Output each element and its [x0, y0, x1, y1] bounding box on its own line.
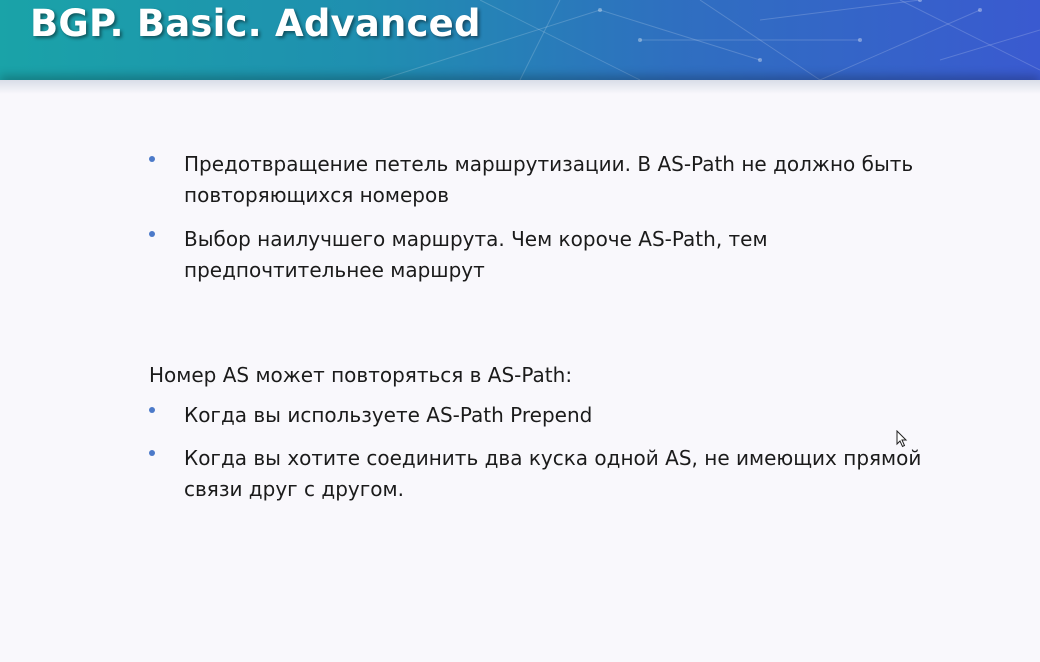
- bullet-dot-icon: [149, 231, 155, 237]
- bullet-text: Выбор наилучшего маршрута. Чем короче AS…: [184, 227, 768, 282]
- bullet-item: Когда вы хотите соединить два куска одно…: [149, 443, 964, 505]
- section-heading: Номер AS может повторяться в AS-Path:: [149, 363, 573, 387]
- bullet-text: Предотвращение петель маршрутизации. В A…: [184, 152, 914, 207]
- bullet-item: Выбор наилучшего маршрута. Чем короче AS…: [149, 224, 964, 286]
- bullet-dot-icon: [149, 156, 155, 162]
- slide-body: Предотвращение петель маршрутизации. В A…: [0, 0, 1040, 662]
- presentation-slide: BGP. Basic. Advanced Предотвращение пете…: [0, 0, 1040, 662]
- bullet-dot-icon: [149, 407, 155, 413]
- bullet-text: Когда вы используете AS-Path Prepend: [184, 403, 593, 427]
- mouse-pointer-icon: [896, 430, 908, 448]
- bullet-text: Когда вы хотите соединить два куска одно…: [184, 446, 922, 501]
- bullet-dot-icon: [149, 450, 155, 456]
- bullet-item: Предотвращение петель маршрутизации. В A…: [149, 149, 964, 211]
- bullet-item: Когда вы используете AS-Path Prepend: [149, 400, 964, 431]
